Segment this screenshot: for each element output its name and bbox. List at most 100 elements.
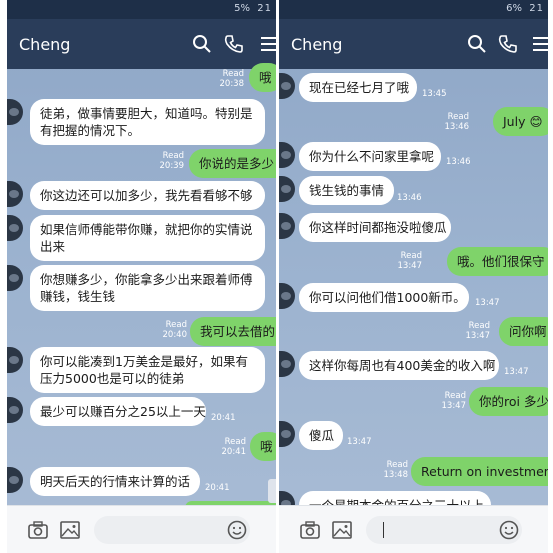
message-line: 出来 — [40, 239, 66, 254]
emoji-icon[interactable] — [498, 519, 520, 541]
message-input-bar — [279, 505, 548, 553]
message-line: 赚钱，钱生钱 — [40, 289, 116, 304]
avatar[interactable] — [279, 351, 295, 377]
avatar[interactable] — [279, 176, 295, 202]
message-time: 20:39 — [159, 161, 185, 171]
message-line: 如果信师傅能带你赚，就把你的实情说 — [40, 222, 253, 237]
message-input-bar — [7, 505, 276, 553]
message-time: 13:48 — [383, 470, 409, 480]
avatar[interactable] — [7, 467, 23, 493]
message-meta: Read 13:47 — [466, 321, 491, 341]
message-time: 20:41 — [221, 447, 247, 457]
message-bubble-outgoing[interactable]: 哦 — [250, 432, 276, 461]
message-time: 13:47 — [504, 367, 529, 377]
message-bubble-incoming[interactable]: 徒弟，做事情要胆大，知道吗。特别是 有把握的情况下。 — [30, 99, 265, 145]
message-time: 13:47 — [475, 298, 500, 308]
chat-header: Cheng — [7, 19, 276, 69]
message-line: 你想赚多少，你能拿多少出来跟着师傅 — [40, 272, 253, 287]
message-bubble-incoming[interactable]: 如果信师傅能带你赚，就把你的实情说 出来 — [30, 215, 265, 261]
message-list[interactable]: 现在已经七月了哦 13:45 Read 13:46 July 😊 你为什么不问家… — [279, 69, 548, 520]
message-time: 13:47 — [347, 437, 372, 447]
message-bubble-incoming[interactable]: 你想赚多少，你能拿多少出来跟着师傅 赚钱，钱生钱 — [30, 265, 265, 311]
message-bubble-outgoing[interactable]: 问你啊 — [499, 317, 548, 346]
avatar[interactable] — [279, 283, 295, 309]
camera-icon[interactable] — [299, 519, 321, 541]
message-meta: Read 13:47 — [398, 251, 423, 271]
message-meta: Read 20:41 — [222, 437, 247, 457]
message-meta: Read 13:46 — [445, 112, 470, 132]
image-icon[interactable] — [331, 519, 353, 541]
status-bar: 5% 21 — [7, 0, 276, 19]
message-bubble-incoming[interactable]: 钱生钱的事情 — [299, 176, 394, 205]
message-bubble-incoming[interactable]: 你这样时间都拖没啦傻瓜 — [299, 213, 451, 242]
search-icon[interactable] — [466, 33, 488, 55]
message-time: 20:40 — [162, 330, 188, 340]
message-bubble-incoming[interactable]: 你这边还可以加多少，我先看看够不够 — [30, 181, 265, 210]
message-bubble-outgoing[interactable]: July 😊 — [493, 107, 548, 136]
message-meta: Read 20:39 — [160, 151, 185, 171]
avatar[interactable] — [7, 215, 23, 241]
avatar[interactable] — [279, 73, 295, 99]
call-icon[interactable] — [223, 33, 245, 55]
call-icon[interactable] — [497, 33, 519, 55]
message-line: 你可以能凑到1万美金是最好，如果有 — [40, 354, 248, 369]
scroll-to-bottom-button[interactable] — [268, 479, 276, 503]
image-icon[interactable] — [59, 519, 81, 541]
avatar[interactable] — [279, 142, 295, 168]
message-bubble-outgoing[interactable]: 哦。他们很保守 — [447, 247, 548, 276]
message-bubble-outgoing[interactable]: 你说的是多少 — [189, 149, 276, 178]
message-time: 13:47 — [397, 261, 423, 271]
avatar[interactable] — [7, 265, 23, 291]
avatar[interactable] — [7, 99, 23, 125]
message-time: 20:41 — [211, 413, 236, 423]
message-bubble-incoming[interactable]: 最少可以赚百分之25以上一天 — [30, 397, 206, 426]
message-time: 13:46 — [444, 122, 470, 132]
text-cursor — [383, 522, 384, 538]
message-list[interactable]: Read 20:38 哦 徒弟，做事情要胆大，知道吗。特别是 有把握的情况下。 … — [7, 63, 276, 515]
chat-header: Cheng — [279, 19, 548, 69]
avatar[interactable] — [279, 213, 295, 239]
search-icon[interactable] — [191, 33, 213, 55]
menu-icon[interactable] — [259, 33, 276, 55]
message-bubble-outgoing[interactable]: Return on investment — [411, 457, 548, 486]
message-bubble-incoming[interactable]: 傻瓜 — [299, 421, 343, 450]
read-receipt: Read — [447, 112, 469, 122]
avatar[interactable] — [7, 347, 23, 373]
message-meta: Read 20:38 — [220, 69, 245, 89]
message-bubble-incoming[interactable]: 现在已经七月了哦 — [299, 73, 417, 102]
battery-level: 6% — [506, 3, 522, 14]
chat-screen-left: 5% 21 Cheng Read 20:38 哦 徒弟，做事情要胆大，知道吗。特… — [7, 0, 276, 553]
avatar[interactable] — [7, 397, 23, 423]
message-bubble-incoming[interactable]: 这样你每周也有400美金的收入啊 — [299, 351, 499, 380]
camera-icon[interactable] — [27, 519, 49, 541]
avatar[interactable] — [279, 421, 295, 447]
read-receipt: Read — [386, 460, 408, 470]
read-receipt: Read — [162, 151, 184, 161]
message-time: 20:38 — [219, 79, 245, 89]
message-bubble-incoming[interactable]: 明天后天的行情来计算的话 — [30, 467, 200, 496]
message-time: 13:47 — [441, 401, 467, 411]
contact-name: Cheng — [291, 35, 343, 54]
message-line: 徒弟，做事情要胆大，知道吗。特别是 — [40, 106, 253, 121]
menu-icon[interactable] — [531, 33, 548, 55]
message-line: 压力5000也是可以的徒弟 — [40, 371, 185, 386]
message-time: 20:41 — [205, 483, 230, 493]
message-bubble-outgoing[interactable]: 你的roi 多少 — [469, 387, 548, 416]
message-bubble-incoming[interactable]: 你为什么不问家里拿呢 — [299, 142, 441, 171]
read-receipt: Read — [444, 391, 466, 401]
message-meta: Read 20:40 — [163, 320, 188, 340]
message-bubble-incoming[interactable]: 你可以问他们借1000新币。 — [299, 283, 469, 312]
read-receipt: Read — [222, 69, 244, 79]
status-bar: 6% 21 — [279, 0, 548, 19]
read-receipt: Read — [468, 321, 490, 331]
battery-level: 5% — [234, 3, 250, 14]
message-time: 13:46 — [446, 157, 471, 167]
message-bubble-outgoing[interactable]: 哦 — [249, 63, 276, 92]
emoji-icon[interactable] — [226, 519, 248, 541]
message-meta: Read 13:47 — [442, 391, 467, 411]
message-time: 13:46 — [397, 193, 422, 203]
avatar[interactable] — [7, 181, 23, 207]
message-bubble-incoming[interactable]: 你可以能凑到1万美金是最好，如果有 压力5000也是可以的徒弟 — [30, 347, 265, 393]
message-meta: Read 13:48 — [384, 460, 409, 480]
message-bubble-outgoing[interactable]: 我可以去借的 — [190, 317, 276, 346]
